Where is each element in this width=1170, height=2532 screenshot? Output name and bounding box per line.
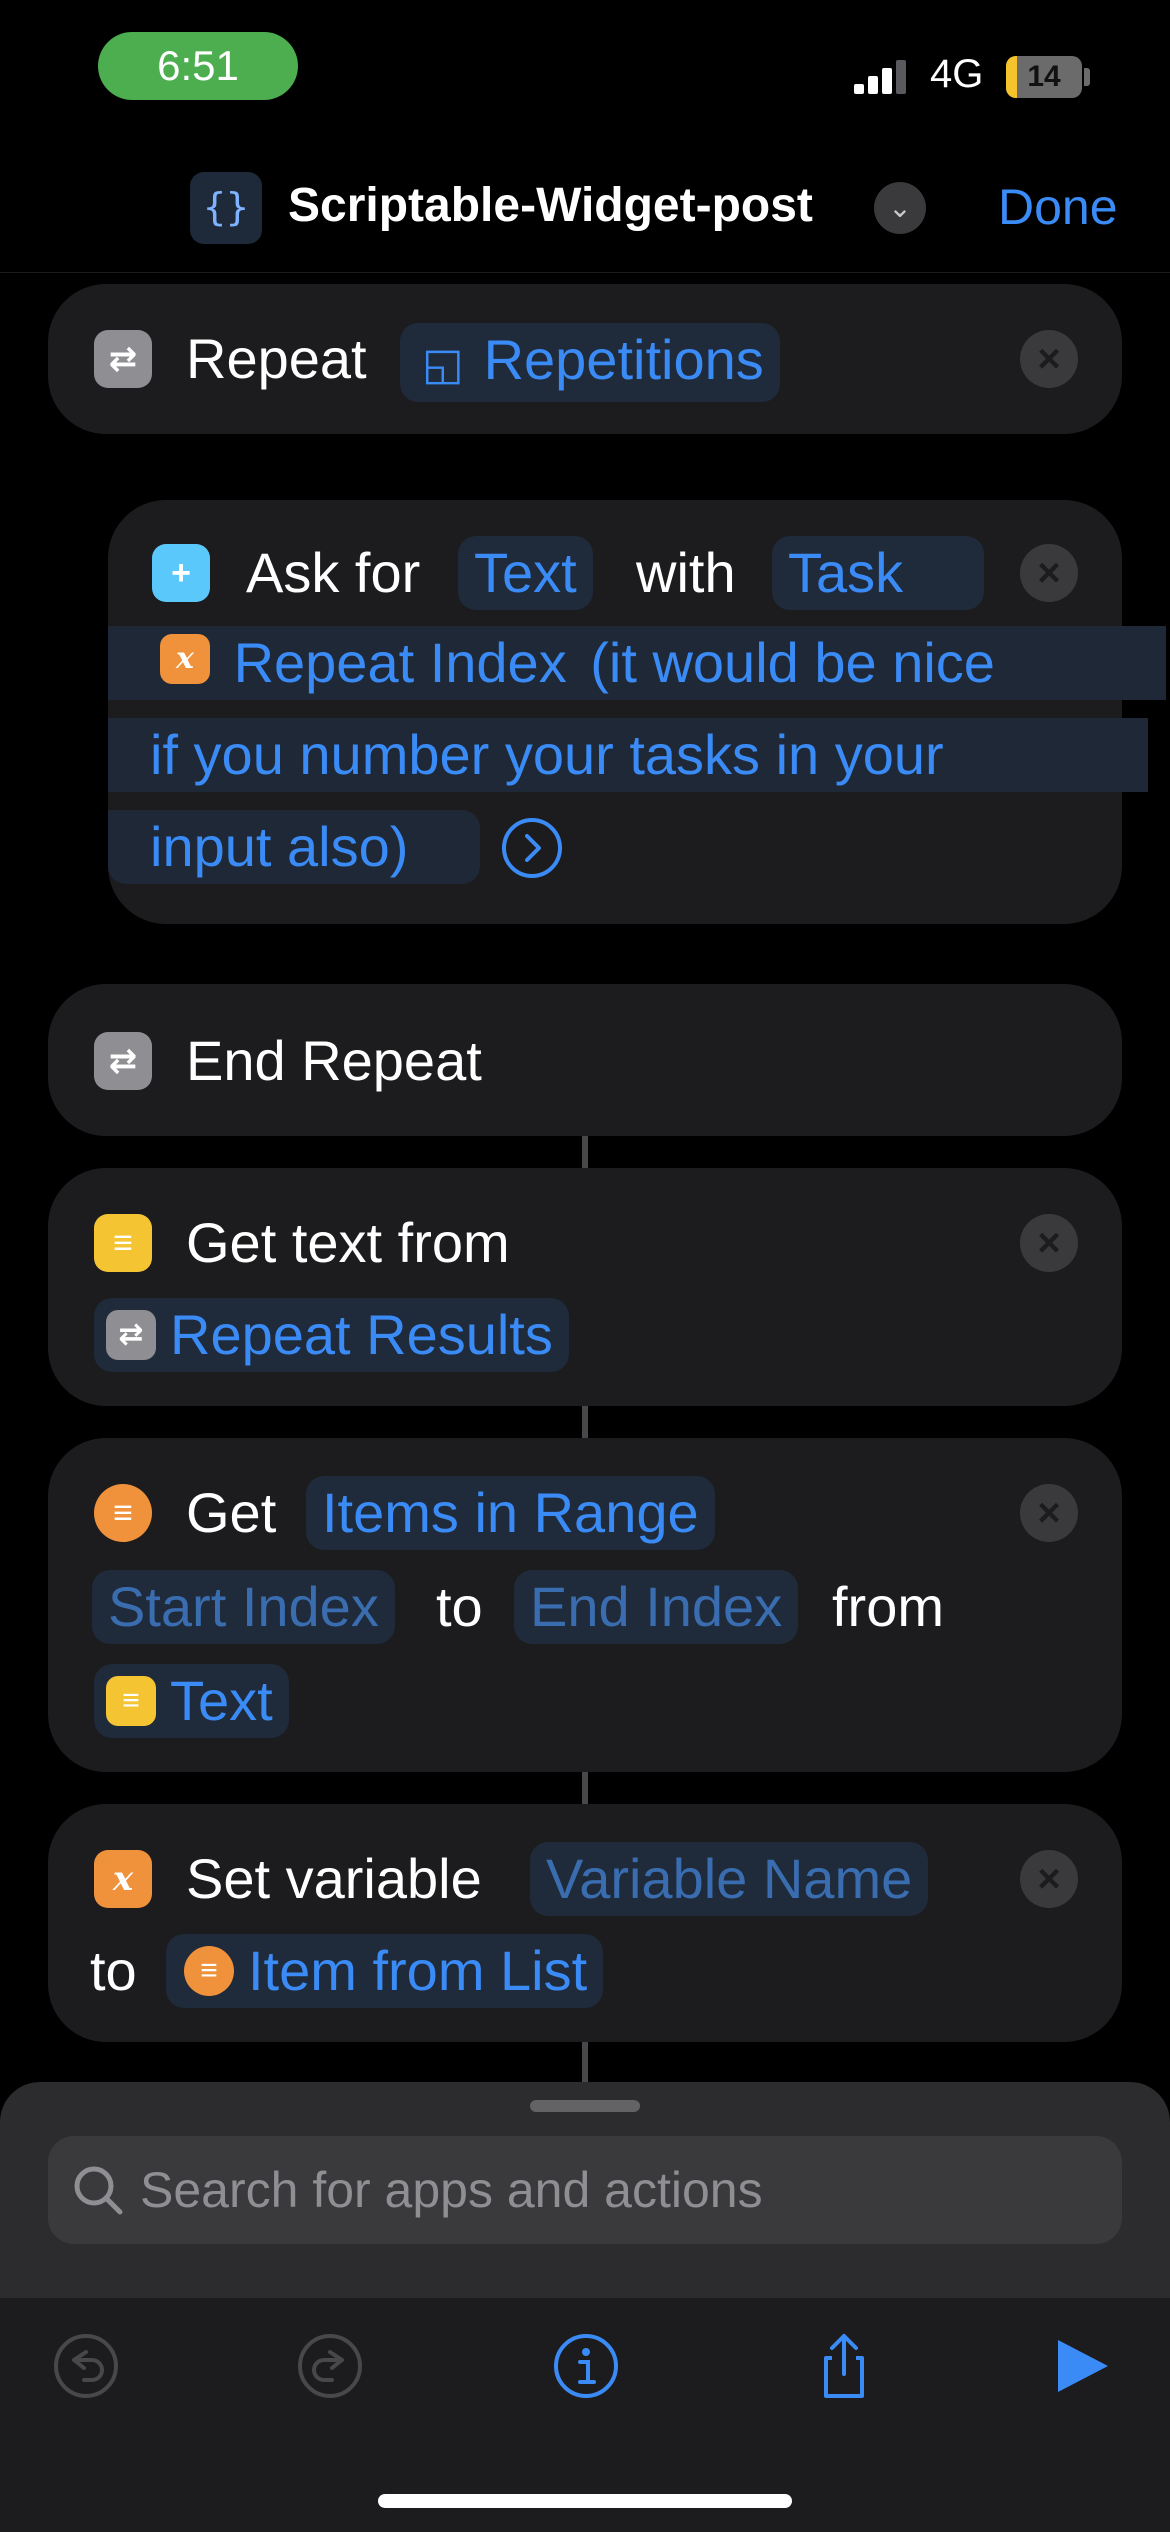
action-connector [582, 1772, 588, 1804]
text-source-token[interactable]: ≡ Text [94, 1664, 289, 1738]
remove-action-button[interactable]: × [1020, 330, 1078, 388]
prompt-start-text: Task [788, 541, 904, 604]
repeat-icon: ⇄ [106, 1310, 156, 1361]
undo-icon[interactable] [46, 2326, 126, 2406]
search-placeholder: Search for apps and actions [140, 2162, 763, 2218]
get-label: Get [186, 1481, 277, 1544]
end-index-field[interactable]: End Index [514, 1570, 799, 1644]
message-icon: ◱ [422, 340, 464, 389]
prompt-line-1-text: (it would be nice [590, 631, 995, 694]
play-icon[interactable] [1040, 2326, 1120, 2406]
end-repeat-label: End Repeat [186, 1029, 482, 1092]
network-type: 4G [930, 52, 984, 96]
variable-icon: x [94, 1850, 152, 1908]
repeat-icon: ⇄ [94, 1032, 152, 1090]
start-index-field[interactable]: Start Index [92, 1570, 395, 1644]
scripting-icon: {} [190, 172, 262, 244]
repetitions-label: Repetitions [483, 328, 764, 391]
text-icon: ≡ [94, 1214, 152, 1272]
done-button[interactable]: Done [998, 178, 1118, 236]
text-icon: ≡ [106, 1676, 156, 1727]
battery-percent: 14 [1027, 60, 1061, 93]
variable-icon: x [160, 634, 210, 685]
input-type-token[interactable]: Text [458, 536, 593, 610]
list-icon: ≡ [184, 1946, 234, 1997]
item-from-list-token[interactable]: ≡ Item from List [166, 1934, 604, 2008]
list-icon: ≡ [94, 1484, 152, 1542]
prompt-line-3[interactable]: input also) [108, 810, 480, 884]
prompt-line-1[interactable]: x Repeat Index (it would be nice [108, 626, 1166, 700]
expand-chevron-icon[interactable] [500, 816, 564, 880]
prompt-line-2-text: if you number your tasks in your [150, 723, 944, 786]
set-variable-label: Set variable [186, 1847, 482, 1910]
prompt-line-2[interactable]: if you number your tasks in your [108, 718, 1148, 792]
remove-action-button[interactable]: × [1020, 544, 1078, 602]
remove-action-button[interactable]: × [1020, 1214, 1078, 1272]
repeat-icon: ⇄ [94, 330, 152, 388]
repeat-label: Repeat [186, 327, 367, 390]
prompt-field[interactable]: Task [772, 536, 984, 610]
remove-action-button[interactable]: × [1020, 1484, 1078, 1542]
range-mode-token[interactable]: Items in Range [306, 1476, 715, 1550]
action-connector [582, 1406, 588, 1438]
variable-name-field[interactable]: Variable Name [530, 1842, 929, 1916]
item-from-list-label: Item from List [248, 1939, 588, 2002]
text-source-label: Text [170, 1669, 273, 1732]
search-icon [74, 2166, 123, 2215]
status-time: 6:51 [98, 32, 298, 100]
cellular-signal-icon [854, 60, 906, 94]
battery-icon: 14 [1006, 56, 1082, 98]
repeat-results-label: Repeat Results [170, 1303, 553, 1366]
chevron-down-icon[interactable]: ⌄ [874, 182, 926, 234]
battery-tip [1084, 68, 1090, 86]
redo-icon[interactable] [290, 2326, 370, 2406]
ask-for-label: Ask for [246, 541, 421, 604]
info-icon[interactable] [546, 2326, 626, 2406]
home-indicator [378, 2494, 792, 2508]
repetitions-token[interactable]: ◱ Repetitions [400, 323, 780, 402]
prompt-line-3-text: input also) [150, 815, 409, 878]
from-label: from [832, 1575, 944, 1638]
sheet-grabber[interactable] [530, 2100, 640, 2112]
share-icon[interactable] [804, 2326, 884, 2406]
with-label: with [636, 541, 736, 604]
ask-for-input-icon: + [152, 544, 210, 602]
shortcut-title[interactable]: Scriptable-Widget-post [288, 178, 813, 233]
get-text-label: Get text from [186, 1211, 510, 1274]
to-label: to [90, 1939, 137, 2002]
remove-action-button[interactable]: × [1020, 1850, 1078, 1908]
action-connector [582, 2042, 588, 2082]
repeat-index-variable: Repeat Index [233, 631, 567, 694]
action-connector [582, 1136, 588, 1168]
repeat-results-token[interactable]: ⇄ Repeat Results [94, 1298, 569, 1372]
to-label: to [436, 1575, 483, 1638]
